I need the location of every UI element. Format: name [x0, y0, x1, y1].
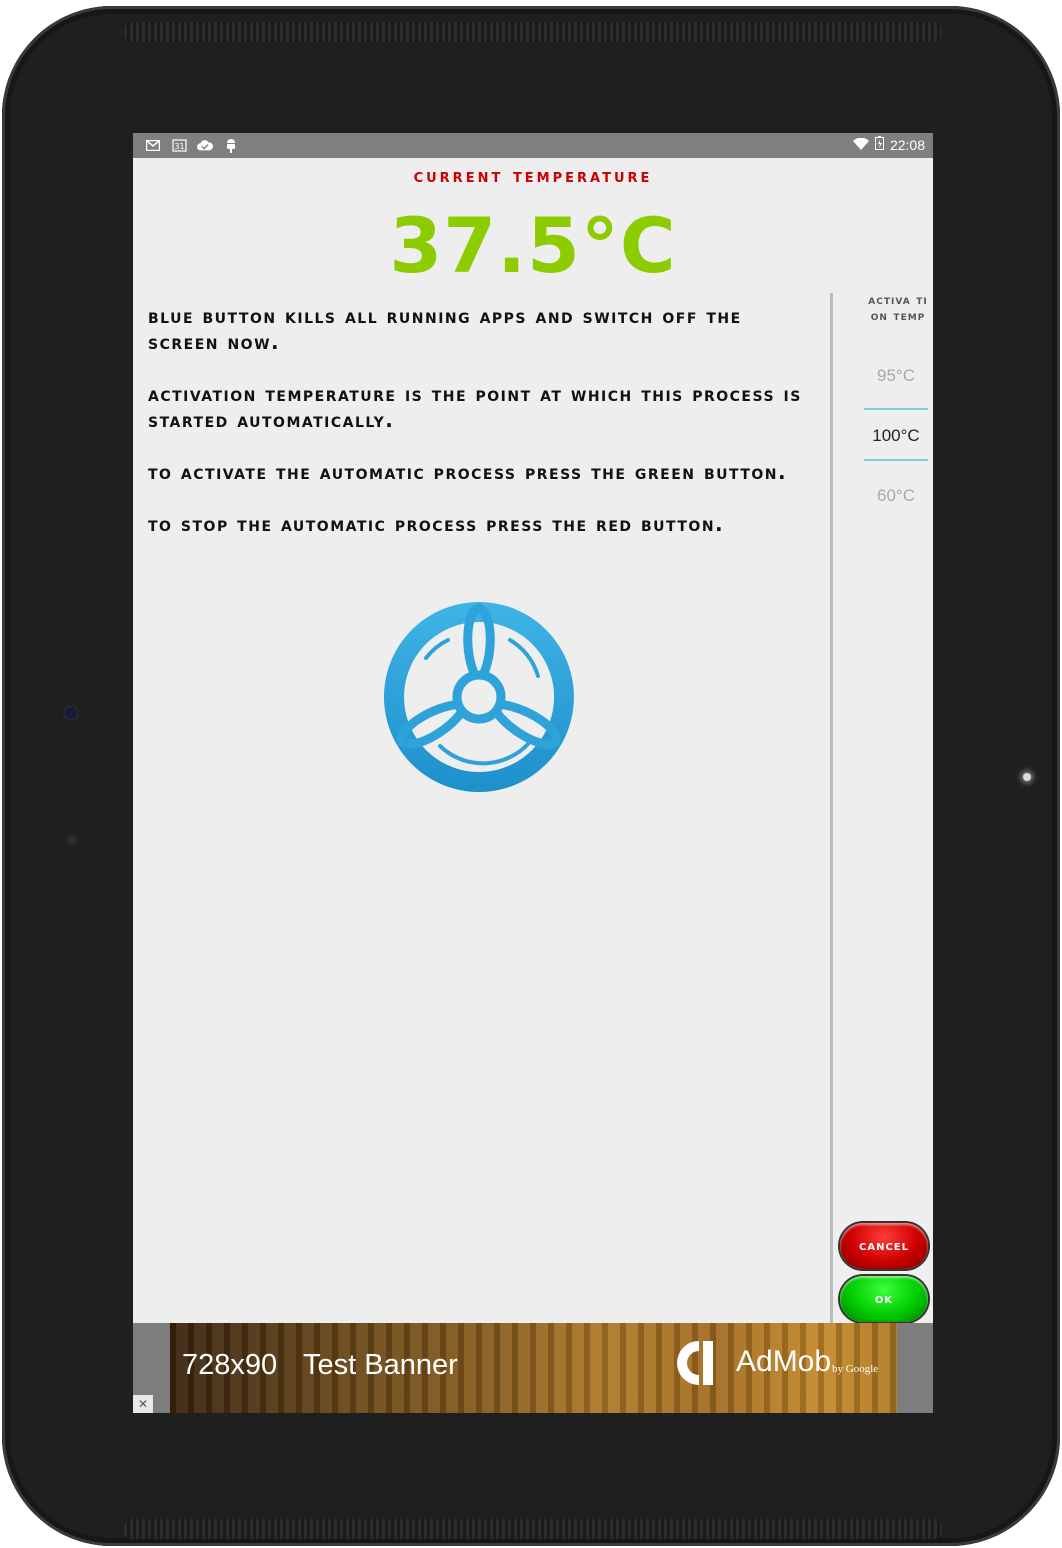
fan-kill-button[interactable] [378, 596, 580, 798]
vertical-divider [830, 293, 833, 1328]
status-bar: 31 22:08 [133, 133, 933, 158]
battery-icon [874, 136, 884, 153]
ad-banner[interactable]: 728x90 Test Banner AdMob by Google [170, 1323, 897, 1413]
system-status: 22:08 [852, 136, 925, 153]
front-camera [65, 707, 77, 719]
instruction-red-button: To stop the automatic process press the … [148, 512, 725, 536]
cloud-check-icon [197, 137, 213, 153]
picker-selection-line-top [864, 408, 928, 410]
wifi-icon [852, 137, 869, 153]
activation-temp-label: activa tion temp [868, 293, 928, 324]
admob-logo-icon [677, 1341, 713, 1385]
fan-icon [383, 602, 574, 792]
instruction-activation-temp: Activation Temperature is the point at w… [148, 382, 802, 432]
picker-option-below[interactable]: 60°C [863, 486, 929, 506]
speaker-grill-top [124, 22, 942, 42]
picker-option-selected[interactable]: 100°C [863, 426, 929, 446]
ad-size-label: 728x90 [182, 1349, 278, 1381]
speaker-grill-bottom [124, 1519, 942, 1539]
admob-brand: AdMob [736, 1345, 832, 1378]
instruction-green-button: To activate the automatic process press … [148, 460, 788, 484]
svg-text:31: 31 [174, 142, 184, 151]
page-title: Current Temperature [413, 165, 653, 187]
picker-selection-line-bottom [864, 459, 928, 461]
instruction-blue-button: Blue button kills all running apps and s… [148, 304, 742, 354]
instructions-text: Blue button kills all running apps and s… [148, 303, 818, 563]
ad-bar: 728x90 Test Banner AdMob by Google ✕ [133, 1323, 933, 1413]
current-temperature-value: 37.5°C [389, 201, 677, 290]
notification-icons: 31 [145, 137, 239, 153]
app-screen: 31 22:08 Current Temperature 37.5°C Blue… [133, 133, 933, 1413]
cancel-button[interactable]: Cancel [840, 1223, 928, 1269]
gmail-icon [145, 137, 161, 153]
ad-text-label: Test Banner [303, 1349, 458, 1381]
clock: 22:08 [889, 136, 925, 153]
picker-option-above[interactable]: 95°C [863, 366, 929, 386]
ad-close-button[interactable]: ✕ [133, 1395, 153, 1413]
admob-by-google: by Google [832, 1363, 879, 1375]
android-debug-icon [223, 137, 239, 153]
calendar-icon: 31 [171, 137, 187, 153]
notification-led [1023, 773, 1031, 781]
ok-button[interactable]: OK [840, 1276, 928, 1322]
light-sensor [67, 835, 77, 845]
